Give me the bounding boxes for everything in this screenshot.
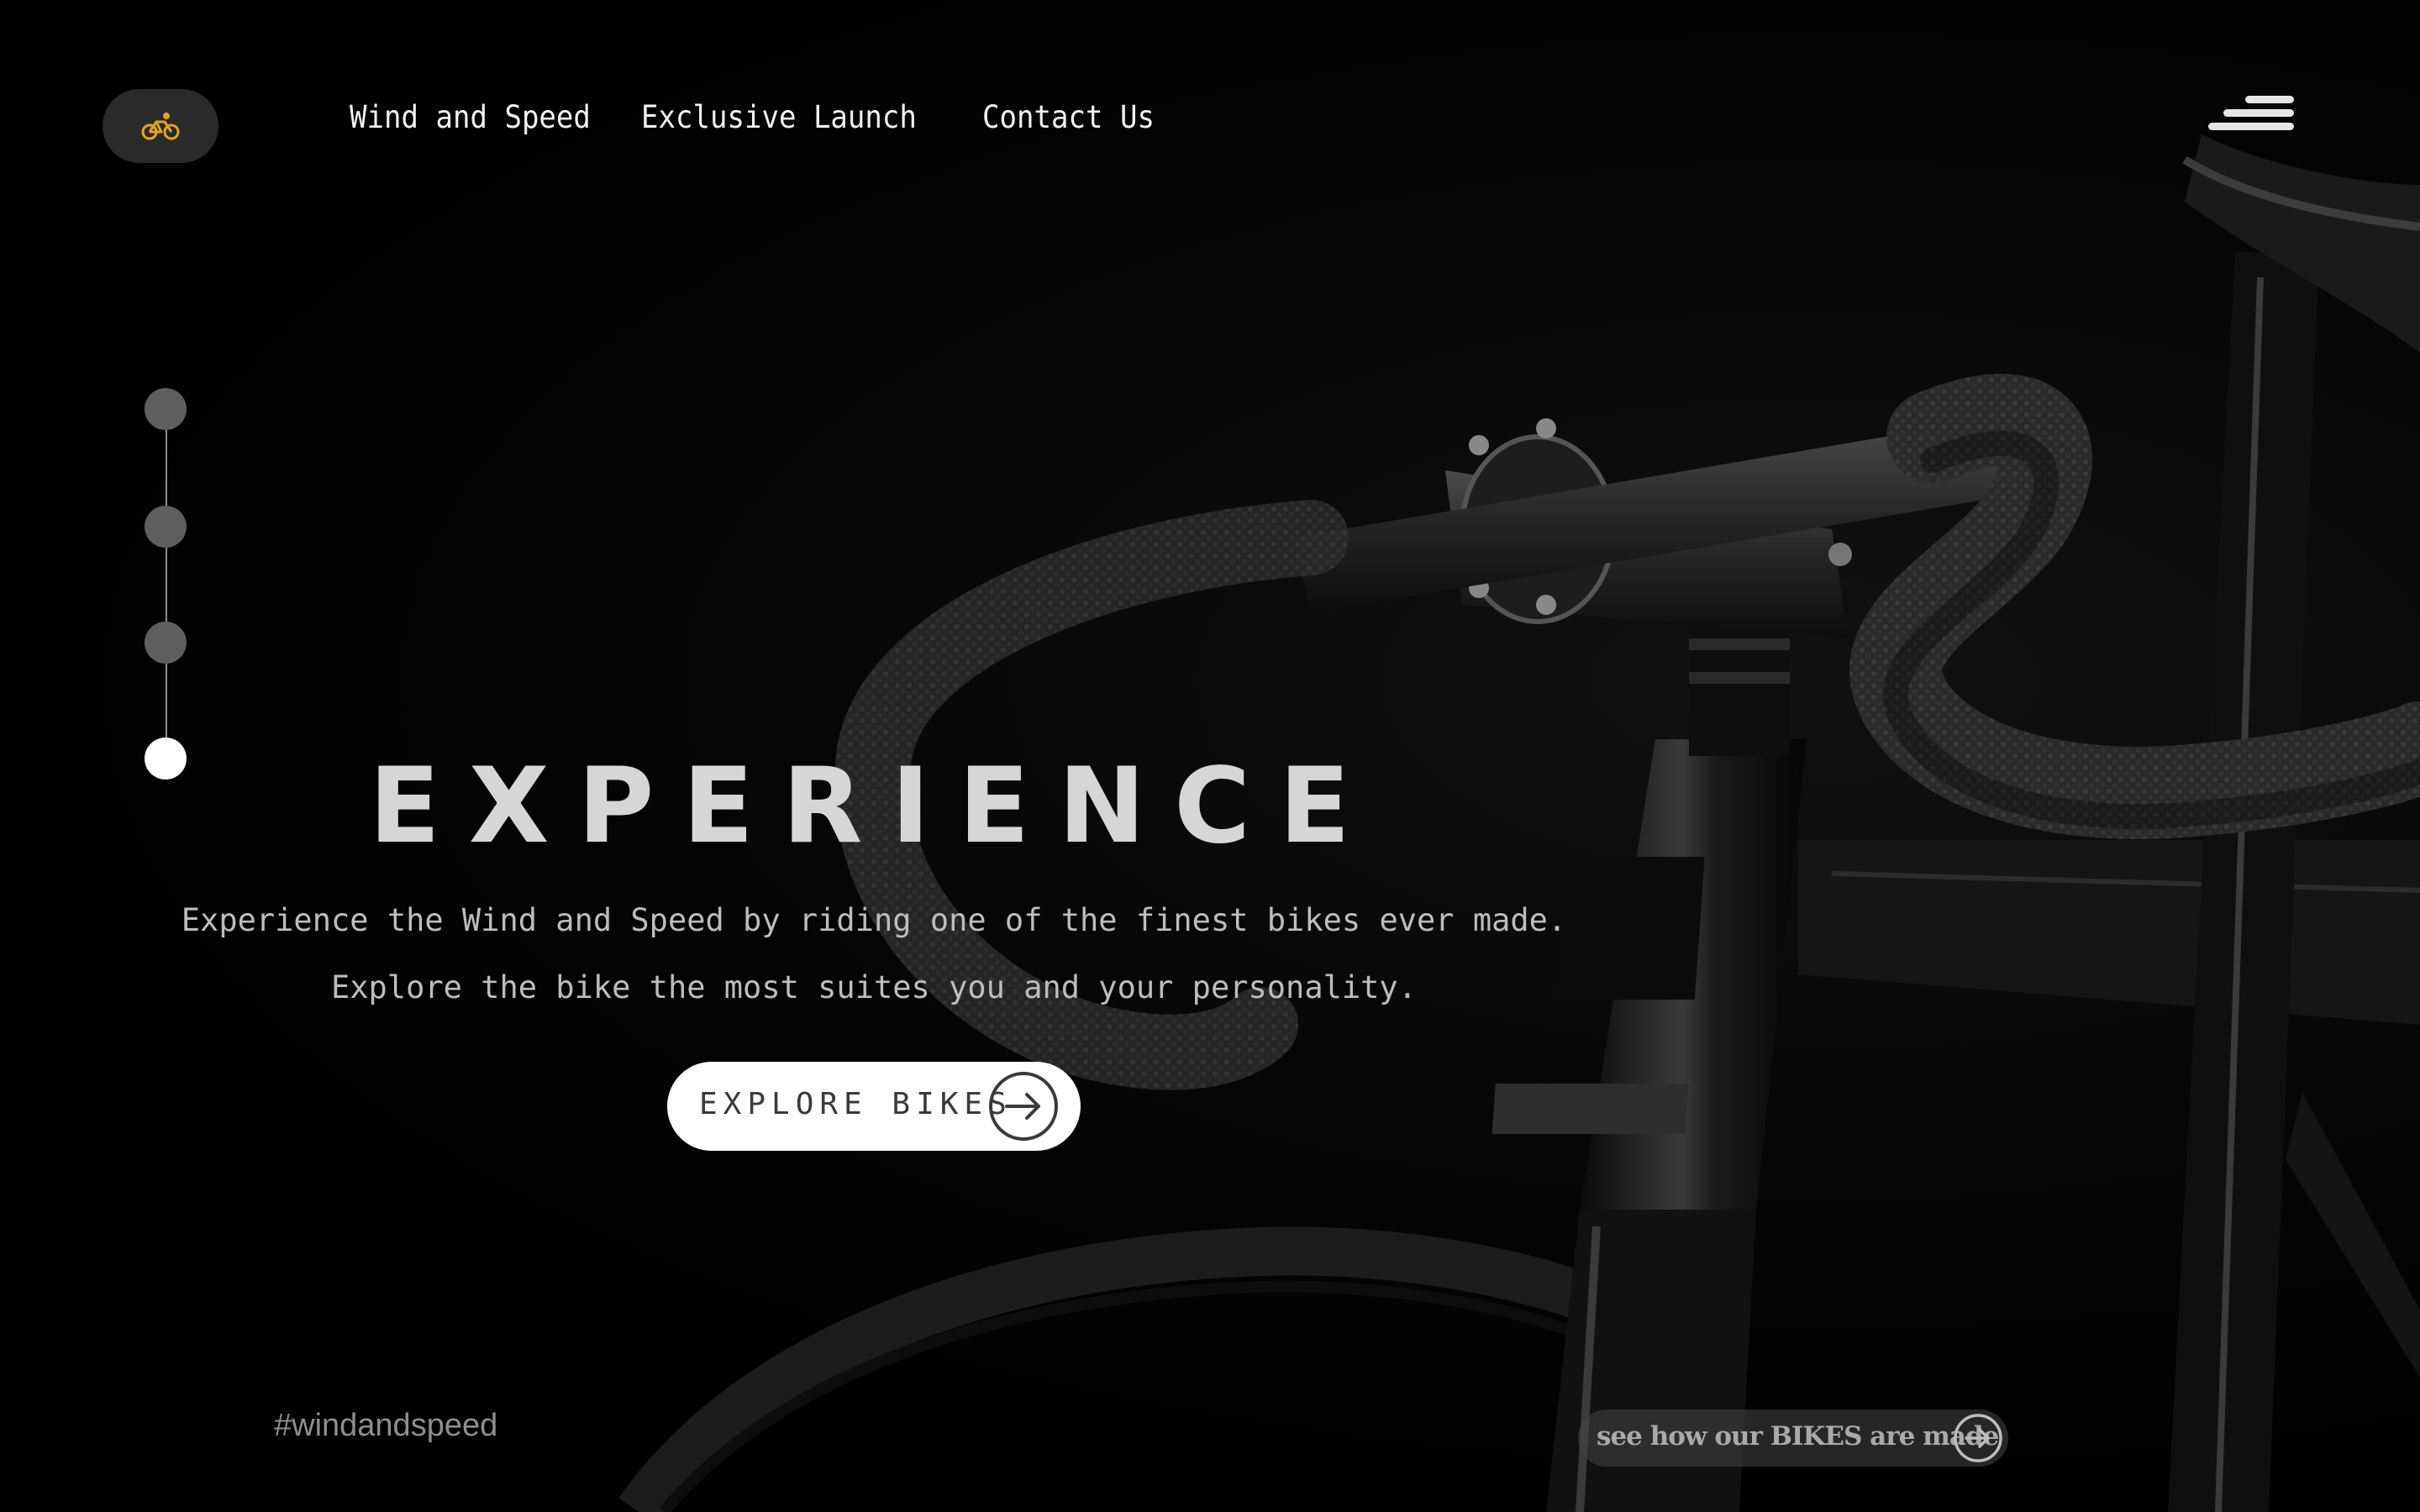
see-how-bikes-made-link[interactable]: see how our BIKES are made	[1578, 1410, 2008, 1467]
slide-dot-3[interactable]	[145, 622, 187, 664]
nav-exclusive-launch[interactable]: Exclusive Launch	[641, 99, 917, 135]
explore-bikes-label: EXPLORE BIKES	[699, 1087, 1013, 1121]
hero-title: EXPERIENCE	[369, 746, 1379, 867]
explore-bikes-button[interactable]: EXPLORE BIKES	[667, 1062, 1081, 1151]
landing-page: Wind and Speed Exclusive Launch Contact …	[0, 0, 2420, 1512]
nav-wind-and-speed[interactable]: Wind and Speed	[350, 99, 591, 135]
arrow-right-circle-icon	[1954, 1414, 2002, 1462]
slide-dot-1[interactable]	[145, 388, 187, 430]
cyclist-icon	[141, 113, 180, 140]
slide-dot-2[interactable]	[145, 506, 187, 548]
menu-line	[2208, 123, 2294, 130]
see-how-bikes-made-label: see how our BIKES are made	[1597, 1421, 1999, 1452]
hamburger-menu-icon[interactable]	[2208, 96, 2294, 134]
slide-stepper	[145, 388, 188, 783]
menu-line	[2245, 96, 2294, 103]
menu-line	[2223, 109, 2294, 117]
nav-contact-us[interactable]: Contact Us	[982, 99, 1155, 135]
logo-button[interactable]	[103, 89, 218, 163]
hero-subtitle-line2: Explore the bike the most suites you and…	[330, 969, 1417, 1005]
hashtag-text: #windandspeed	[274, 1408, 498, 1443]
hero-subtitle-line1: Experience the Wind and Speed by riding …	[181, 902, 1567, 938]
arrow-right-circle-icon	[989, 1072, 1058, 1141]
